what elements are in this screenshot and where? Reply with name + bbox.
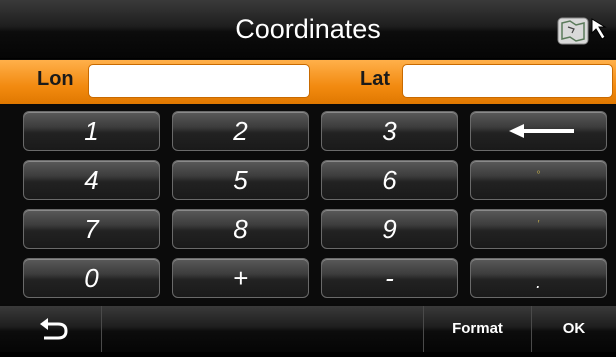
key-degree[interactable]: ° (470, 160, 607, 200)
key-plus[interactable]: + (172, 258, 309, 298)
title-bar: Coordinates (0, 0, 616, 59)
format-label: Format (452, 320, 503, 337)
key-5[interactable]: 5 (172, 160, 309, 200)
lon-label: Lon (37, 68, 74, 90)
lat-field[interactable] (402, 64, 613, 98)
key-3[interactable]: 3 (321, 111, 458, 151)
backspace-button[interactable] (470, 111, 607, 151)
format-button[interactable]: Format (424, 306, 532, 352)
key-2[interactable]: 2 (172, 111, 309, 151)
coordinate-input-row: Lon Lat (0, 60, 616, 104)
lon-field[interactable] (88, 64, 310, 98)
ok-button[interactable]: OK (532, 306, 616, 352)
key-1[interactable]: 1 (23, 111, 160, 151)
back-arrow-icon (40, 318, 68, 340)
lat-label: Lat (360, 68, 390, 90)
key-minute[interactable]: ′ (470, 209, 607, 249)
key-6[interactable]: 6 (321, 160, 458, 200)
coordinates-screen: Coordinates Lon Lat 1 2 3 4 5 6 ° 7 8 9 … (0, 0, 616, 352)
key-4[interactable]: 4 (23, 160, 160, 200)
key-7[interactable]: 7 (23, 209, 160, 249)
numeric-keypad: 1 2 3 4 5 6 ° 7 8 9 ′ 0 + - . (0, 106, 616, 304)
key-8[interactable]: 8 (172, 209, 309, 249)
key-minus[interactable]: - (321, 258, 458, 298)
key-0[interactable]: 0 (23, 258, 160, 298)
key-9[interactable]: 9 (321, 209, 458, 249)
status-area (102, 306, 424, 352)
back-button[interactable] (0, 306, 102, 352)
map-cursor-icon (557, 17, 607, 45)
map-button[interactable] (556, 15, 612, 47)
left-arrow-icon (508, 124, 574, 138)
ok-label: OK (562, 320, 586, 337)
page-title: Coordinates (235, 14, 381, 44)
key-dot[interactable]: . (470, 258, 607, 298)
bottom-bar: Format OK (0, 306, 616, 352)
